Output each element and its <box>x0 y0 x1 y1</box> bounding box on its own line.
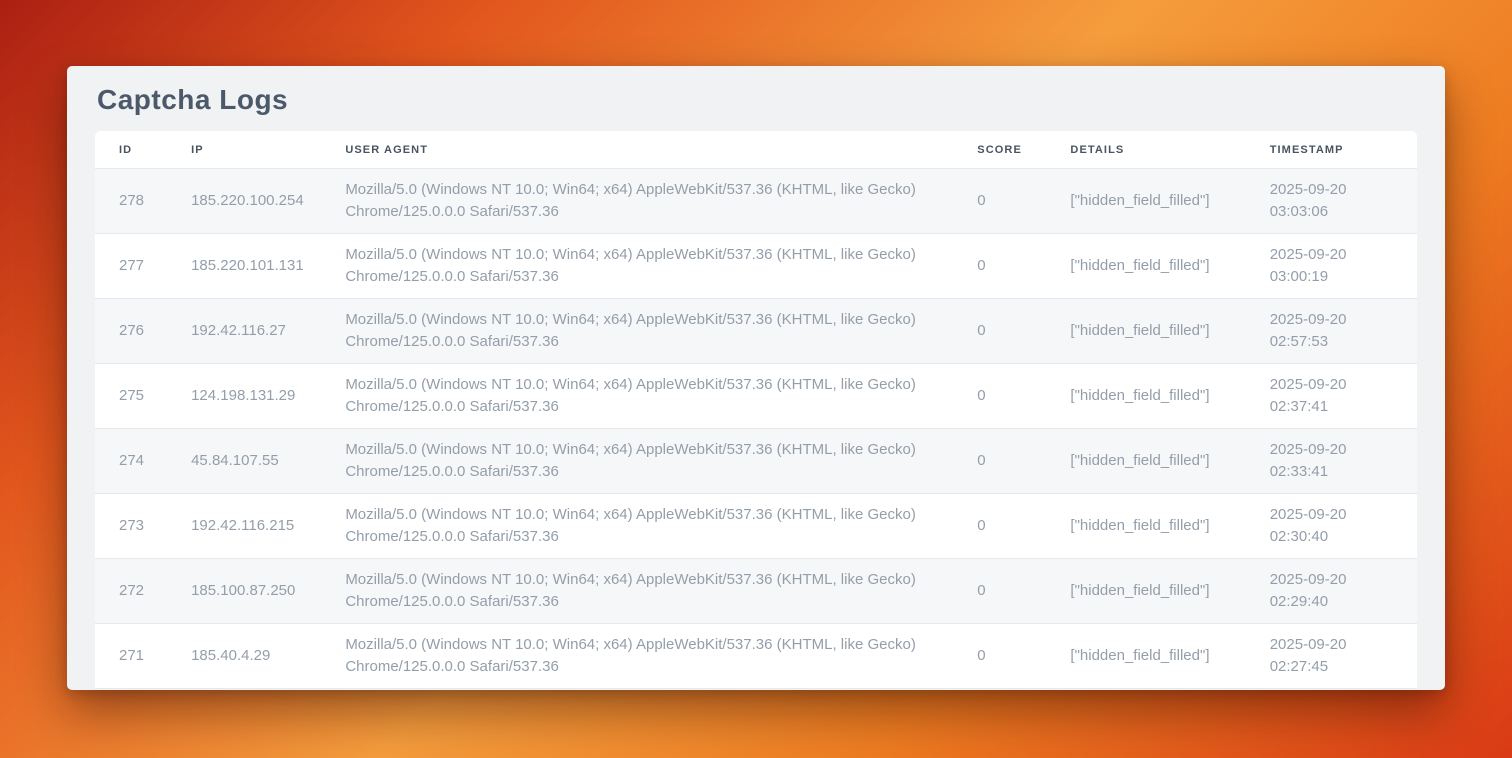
table-row: 271185.40.4.29Mozilla/5.0 (Windows NT 10… <box>95 624 1417 689</box>
column-header-id: ID <box>95 131 167 169</box>
cell-score: 0 <box>953 169 1046 234</box>
cell-details: ["hidden_field_filled"] <box>1046 364 1245 429</box>
cell-ip: 185.100.87.250 <box>167 559 321 624</box>
cell-score: 0 <box>953 429 1046 494</box>
cell-id: 276 <box>95 299 167 364</box>
table-header-row: IDIPUSER AGENTSCOREDETAILSTIMESTAMP <box>95 131 1417 169</box>
cell-score: 0 <box>953 494 1046 559</box>
cell-details: ["hidden_field_filled"] <box>1046 234 1245 299</box>
cell-ip: 192.42.116.215 <box>167 494 321 559</box>
table-row: 27445.84.107.55Mozilla/5.0 (Windows NT 1… <box>95 429 1417 494</box>
cell-details: ["hidden_field_filled"] <box>1046 169 1245 234</box>
cell-user_agent: Mozilla/5.0 (Windows NT 10.0; Win64; x64… <box>321 624 953 689</box>
cell-id: 271 <box>95 624 167 689</box>
column-header-details: DETAILS <box>1046 131 1245 169</box>
column-header-user_agent: USER AGENT <box>321 131 953 169</box>
captcha-logs-panel: Captcha Logs IDIPUSER AGENTSCOREDETAILST… <box>67 66 1445 690</box>
table-row: 278185.220.100.254Mozilla/5.0 (Windows N… <box>95 169 1417 234</box>
cell-timestamp: 2025-09-20 02:33:41 <box>1246 429 1417 494</box>
table-row: 276192.42.116.27Mozilla/5.0 (Windows NT … <box>95 299 1417 364</box>
cell-user_agent: Mozilla/5.0 (Windows NT 10.0; Win64; x64… <box>321 559 953 624</box>
cell-id: 275 <box>95 364 167 429</box>
cell-details: ["hidden_field_filled"] <box>1046 559 1245 624</box>
table-row: 272185.100.87.250Mozilla/5.0 (Windows NT… <box>95 559 1417 624</box>
cell-ip: 124.198.131.29 <box>167 364 321 429</box>
table-row: 277185.220.101.131Mozilla/5.0 (Windows N… <box>95 234 1417 299</box>
column-header-score: SCORE <box>953 131 1046 169</box>
logs-table-card: IDIPUSER AGENTSCOREDETAILSTIMESTAMP 2781… <box>95 131 1417 689</box>
cell-id: 274 <box>95 429 167 494</box>
table-row: 273192.42.116.215Mozilla/5.0 (Windows NT… <box>95 494 1417 559</box>
cell-score: 0 <box>953 624 1046 689</box>
cell-id: 277 <box>95 234 167 299</box>
column-header-timestamp: TIMESTAMP <box>1246 131 1417 169</box>
cell-user_agent: Mozilla/5.0 (Windows NT 10.0; Win64; x64… <box>321 299 953 364</box>
cell-score: 0 <box>953 559 1046 624</box>
cell-user_agent: Mozilla/5.0 (Windows NT 10.0; Win64; x64… <box>321 169 953 234</box>
cell-id: 273 <box>95 494 167 559</box>
cell-timestamp: 2025-09-20 02:29:40 <box>1246 559 1417 624</box>
cell-user_agent: Mozilla/5.0 (Windows NT 10.0; Win64; x64… <box>321 234 953 299</box>
table-row: 275124.198.131.29Mozilla/5.0 (Windows NT… <box>95 364 1417 429</box>
captcha-logs-table: IDIPUSER AGENTSCOREDETAILSTIMESTAMP 2781… <box>95 131 1417 689</box>
cell-timestamp: 2025-09-20 02:57:53 <box>1246 299 1417 364</box>
cell-details: ["hidden_field_filled"] <box>1046 624 1245 689</box>
cell-details: ["hidden_field_filled"] <box>1046 494 1245 559</box>
cell-user_agent: Mozilla/5.0 (Windows NT 10.0; Win64; x64… <box>321 429 953 494</box>
cell-ip: 185.220.101.131 <box>167 234 321 299</box>
page-title: Captcha Logs <box>67 66 1445 131</box>
cell-ip: 185.220.100.254 <box>167 169 321 234</box>
cell-score: 0 <box>953 364 1046 429</box>
cell-score: 0 <box>953 234 1046 299</box>
cell-timestamp: 2025-09-20 03:03:06 <box>1246 169 1417 234</box>
cell-details: ["hidden_field_filled"] <box>1046 299 1245 364</box>
column-header-ip: IP <box>167 131 321 169</box>
cell-user_agent: Mozilla/5.0 (Windows NT 10.0; Win64; x64… <box>321 364 953 429</box>
cell-score: 0 <box>953 299 1046 364</box>
cell-user_agent: Mozilla/5.0 (Windows NT 10.0; Win64; x64… <box>321 494 953 559</box>
cell-timestamp: 2025-09-20 03:00:19 <box>1246 234 1417 299</box>
cell-timestamp: 2025-09-20 02:30:40 <box>1246 494 1417 559</box>
cell-ip: 45.84.107.55 <box>167 429 321 494</box>
cell-details: ["hidden_field_filled"] <box>1046 429 1245 494</box>
cell-id: 278 <box>95 169 167 234</box>
cell-id: 272 <box>95 559 167 624</box>
cell-ip: 192.42.116.27 <box>167 299 321 364</box>
cell-timestamp: 2025-09-20 02:27:45 <box>1246 624 1417 689</box>
cell-timestamp: 2025-09-20 02:37:41 <box>1246 364 1417 429</box>
cell-ip: 185.40.4.29 <box>167 624 321 689</box>
